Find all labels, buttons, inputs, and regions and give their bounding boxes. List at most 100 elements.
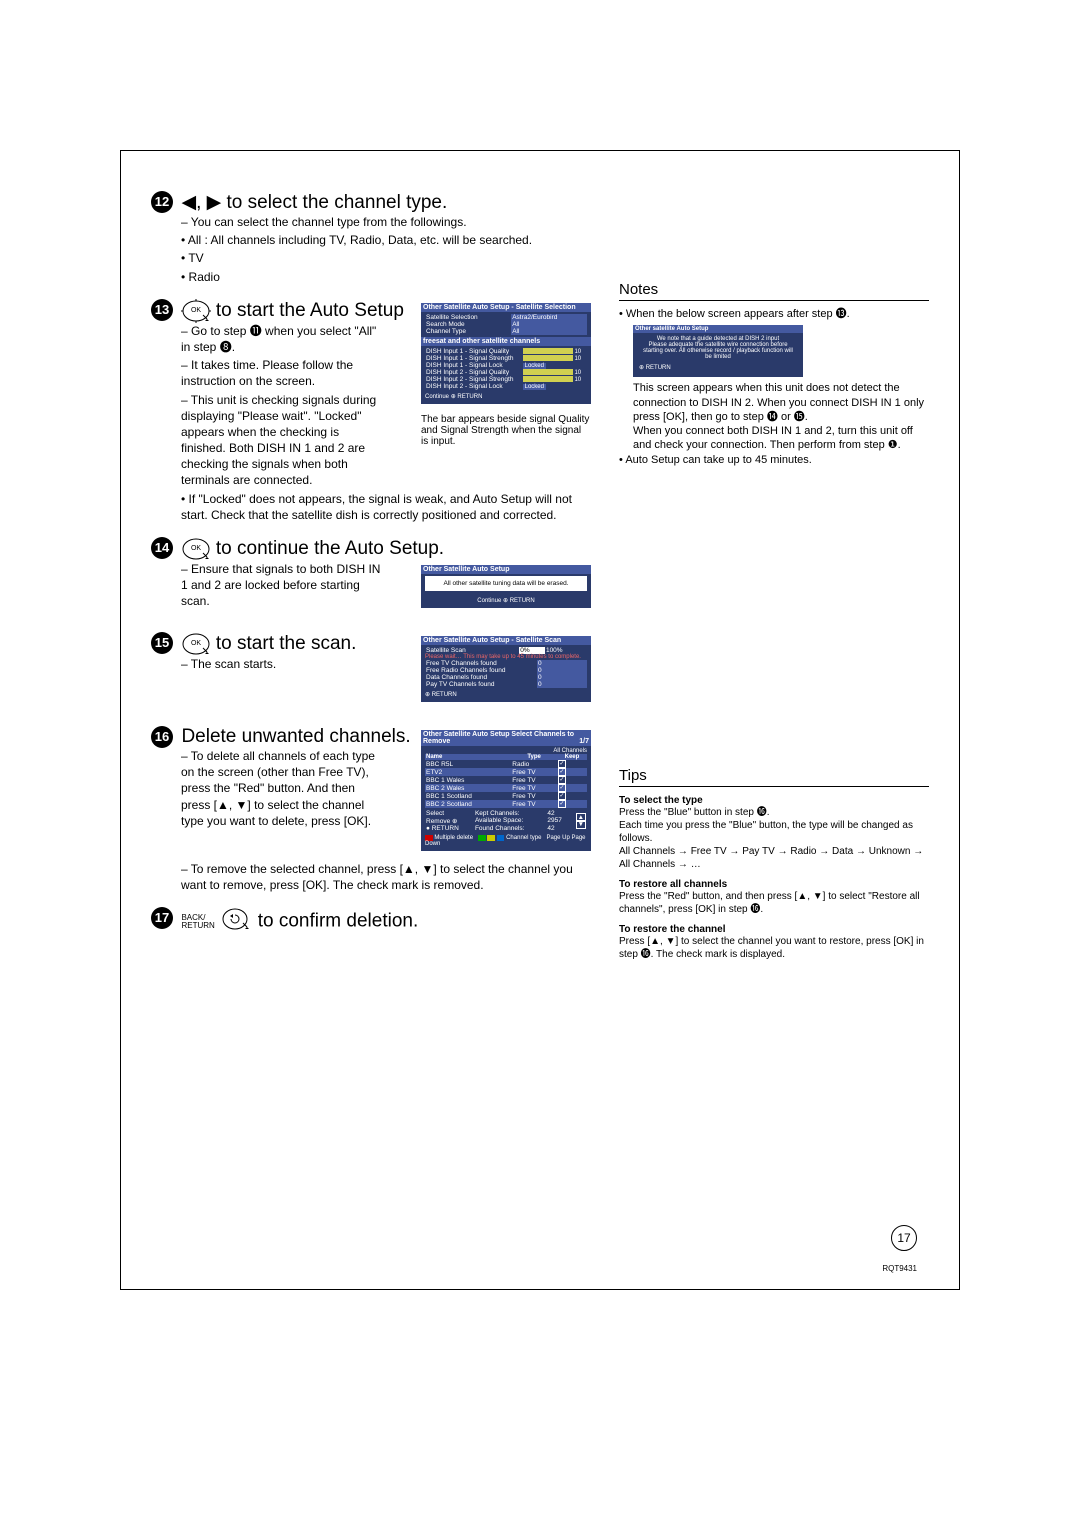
osd15-r0v: 0: [537, 660, 587, 667]
notes-p2: This screen appears when this unit does …: [633, 381, 929, 452]
osd16-keptl: Kept Channels:: [474, 810, 546, 817]
step-12-title: ◀, ▶ to select the channel type.: [181, 192, 447, 213]
osd13-r0v: 10: [574, 349, 581, 355]
tips-t2-p: Press the "Red" button, and then press […: [619, 890, 929, 916]
osd16-r0t: Radio: [511, 760, 557, 768]
notes-heading: Notes: [619, 281, 929, 301]
osd16-foundv: 42: [546, 825, 569, 832]
step-number-17: 17: [151, 907, 173, 929]
osd16-r3n: BBC 2 Wales: [425, 784, 511, 792]
tips-t3-h: To restore the channel: [619, 924, 929, 935]
step13-l2: This unit is checking signals during dis…: [181, 392, 381, 489]
osd16-r1t: Free TV: [511, 768, 557, 776]
osd13-r2v: Locked: [523, 363, 546, 369]
step13-l3: If "Locked" does not appears, the signal…: [181, 491, 591, 523]
document-id: RQT9431: [882, 1264, 917, 1273]
osd15-r1l: Free Radio Channels found: [425, 667, 537, 674]
signal-bar-icon: [523, 355, 573, 361]
step-15: 15 OK to start the scan. Other Satellite…: [151, 632, 591, 712]
page-frame: 12 ◀, ▶ to select the channel type. You …: [120, 150, 960, 1290]
osd13-r3l: DISH Input 2 - Signal Quality: [425, 369, 522, 376]
osd15-r3l: Pay TV Channels found: [425, 681, 537, 688]
step12-line0: You can select the channel type from the…: [181, 214, 591, 230]
step-12: 12 ◀, ▶ to select the channel type. You …: [151, 191, 591, 285]
step-number-15: 15: [151, 632, 173, 654]
svg-text:OK: OK: [191, 307, 201, 314]
osd13-caption: The bar appears beside signal Quality an…: [421, 414, 591, 447]
side-column: Notes When the below screen appears afte…: [619, 191, 929, 961]
step-17-title: to confirm deletion.: [258, 911, 419, 932]
check-icon: ✓: [558, 776, 566, 784]
osd13-r5v: Locked: [523, 384, 546, 390]
osd16-r5t: Free TV: [511, 800, 557, 808]
osd15-r2l: Data Channels found: [425, 674, 537, 681]
step-number-13: 13: [151, 299, 173, 321]
signal-bar-icon: [523, 376, 573, 382]
notes-p3: Auto Setup can take up to 45 minutes.: [619, 453, 929, 467]
step-17: 17 BACK/ RETURN to confirm deletion.: [151, 907, 591, 936]
step-number-14: 14: [151, 537, 173, 559]
osd13-r4l: DISH Input 2 - Signal Strength: [425, 376, 522, 383]
ok-button-icon: OK: [181, 632, 211, 656]
osd13-r2l: DISH Input 1 - Signal Lock: [425, 362, 522, 369]
check-icon: ✓: [558, 800, 566, 808]
osd13-r5l: DISH Input 2 - Signal Lock: [425, 383, 522, 390]
page-number: 17: [891, 1225, 917, 1251]
svg-text:OK: OK: [191, 545, 201, 552]
return-button-icon: [221, 907, 249, 936]
notes-box-l2: Please adequate the satellite wire conne…: [639, 342, 797, 360]
osd15-title: Other Satellite Auto Setup - Satellite S…: [421, 636, 591, 645]
step-14-title: to continue the Auto Setup.: [216, 538, 444, 559]
osd16-r2t: Free TV: [511, 776, 557, 784]
step-15-title: to start the scan.: [216, 633, 356, 654]
osd13-mode-v: All: [511, 321, 587, 328]
notes-p1: When the below screen appears after step…: [619, 307, 929, 321]
osd13-ct-v: All: [511, 328, 587, 335]
ok-button-icon: OK: [181, 537, 211, 561]
osd13-r4v: 10: [574, 377, 581, 383]
osd-channel-list: Other Satellite Auto Setup Select Channe…: [421, 726, 591, 861]
osd16-pos: 1/7: [579, 738, 589, 745]
osd14-msg: All other satellite tuning data will be …: [425, 576, 587, 591]
notes-box-title: Other satellite Auto Setup: [633, 325, 803, 333]
step13-l1: It takes time. Please follow the instruc…: [181, 357, 381, 389]
osd15-r0l: Free TV Channels found: [425, 660, 537, 667]
osd15-r3v: 0: [537, 681, 587, 688]
osd16-r4n: BBC 1 Scotland: [425, 792, 511, 800]
osd13-return: RETURN: [457, 394, 482, 400]
osd16-keptv: 42: [546, 810, 569, 817]
osd14-title: Other Satellite Auto Setup: [421, 565, 591, 574]
osd15-pct: 0%: [519, 647, 545, 654]
back-return-label: BACK/ RETURN: [181, 914, 214, 930]
check-icon: ✓: [558, 768, 566, 776]
check-icon: ✓: [558, 760, 566, 768]
step16-l0: To delete all channels of each type on t…: [181, 748, 381, 829]
signal-bar-icon: [523, 369, 573, 375]
osd14-return: RETURN: [510, 598, 535, 604]
check-icon: ✓: [558, 784, 566, 792]
osd13-continue: Continue: [425, 394, 449, 400]
svg-text:OK: OK: [191, 640, 201, 647]
osd15-r2v: 0: [537, 674, 587, 681]
osd15-r1v: 0: [537, 667, 587, 674]
ok-button-icon: OK: [181, 299, 211, 323]
step-16: 16 Delete unwanted channels. Other Satel…: [151, 726, 591, 893]
step12-line3: Radio: [181, 269, 591, 285]
osd16-r3t: Free TV: [511, 784, 557, 792]
osd13-r1v: 10: [574, 356, 581, 362]
osd16-r2n: BBC 1 Wales: [425, 776, 511, 784]
check-icon: ✓: [558, 792, 566, 800]
osd16-r4t: Free TV: [511, 792, 557, 800]
osd16-r1n: ETV2: [425, 768, 511, 776]
osd16-r5n: BBC 2 Scotland: [425, 800, 511, 808]
tips-heading: Tips: [619, 767, 929, 787]
osd13-satsel-l: Satellite Selection: [425, 314, 511, 321]
step-16-title: Delete unwanted channels.: [181, 726, 410, 747]
step-number-16: 16: [151, 726, 173, 748]
tips-t1-p: Press the "Blue" button in step ⓰. Each …: [619, 806, 929, 871]
osd14-continue: Continue: [477, 598, 501, 604]
step-13-title: to start the Auto Setup: [216, 300, 404, 321]
osd13-subhead: freesat and other satellite channels: [421, 337, 591, 346]
osd-continue: Other Satellite Auto Setup All other sat…: [421, 561, 591, 618]
osd16-remove: Remove: [426, 818, 450, 825]
